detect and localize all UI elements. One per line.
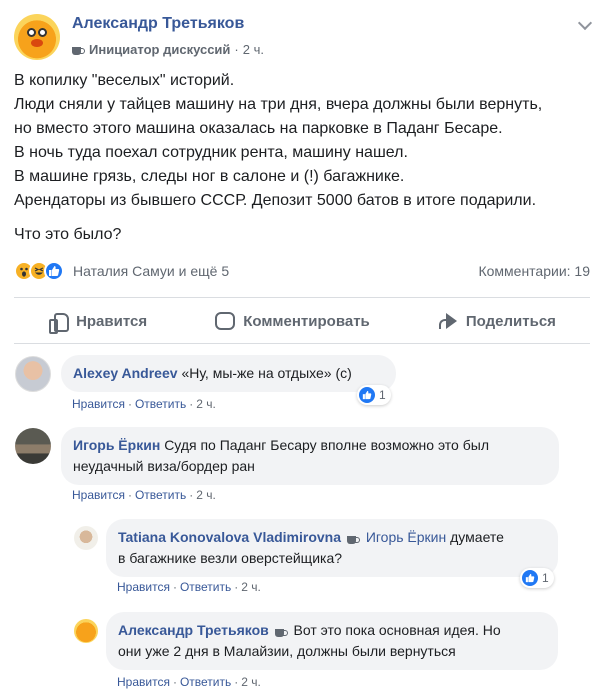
- reply-actions: Нравится · Ответить · 2 ч.: [117, 580, 261, 594]
- share-icon: [438, 312, 458, 330]
- reactions-names[interactable]: Наталия Самуи и ещё 5: [73, 263, 229, 279]
- like-button[interactable]: Нравится: [48, 311, 148, 334]
- comment-like-link[interactable]: Нравится: [72, 488, 125, 502]
- share-label: Поделиться: [465, 312, 556, 330]
- comment-time[interactable]: 2 ч.: [196, 397, 216, 411]
- reply-text: они уже 2 дня в Малайзии, должны были ве…: [118, 643, 456, 659]
- reply-bubble: Tatiana Konovalova Vladimirovna Игорь Ёр…: [106, 519, 558, 577]
- comment-bubble: Alexey Andreev «Ну, мы-же на отдыхе» (с): [61, 355, 396, 392]
- comment-time[interactable]: 2 ч.: [196, 488, 216, 502]
- like-count: 1: [542, 571, 549, 585]
- reply-actions: Нравится · Ответить · 2 ч.: [117, 675, 261, 689]
- comment-like-count[interactable]: 1: [357, 385, 391, 405]
- like-label: Нравится: [76, 312, 148, 330]
- meta-separator: ·: [234, 42, 239, 57]
- comment-reply-link[interactable]: Ответить: [135, 397, 186, 411]
- comment-actions: Нравится · Ответить · 2 ч.: [72, 488, 216, 502]
- like-icon: [44, 261, 64, 281]
- post-line: Люди сняли у тайцев машину на три дня, в…: [14, 96, 543, 113]
- like-icon: [359, 387, 375, 403]
- post-line: но вместо этого машина оказалась на парк…: [14, 120, 503, 137]
- divider: [14, 297, 590, 298]
- avatar[interactable]: [74, 619, 98, 643]
- post-header: Александр Третьяков Инициатор дискуссий …: [14, 14, 594, 62]
- post-line: Арендаторы из бывшего СССР. Депозит 5000…: [14, 192, 537, 209]
- post-line: В ночь туда поехал сотрудник рента, маши…: [14, 144, 408, 161]
- reply-reply-link[interactable]: Ответить: [180, 580, 231, 594]
- reply-bubble: Александр Третьяков Вот это пока основна…: [106, 612, 558, 670]
- post-actions: Нравится Комментировать Поделиться: [14, 300, 590, 342]
- avatar[interactable]: [15, 356, 51, 392]
- post-question: Что это было?: [14, 226, 122, 243]
- reply-like-link[interactable]: Нравится: [117, 580, 170, 594]
- author-avatar[interactable]: [14, 14, 60, 60]
- reply-author[interactable]: Александр Третьяков: [118, 622, 269, 638]
- mention-link[interactable]: Игорь Ёркин: [366, 529, 446, 545]
- post-line: В копилку "веселых" историй.: [14, 72, 235, 89]
- reply-reply-link[interactable]: Ответить: [180, 675, 231, 689]
- comment-text: Судя по Паданг Бесару вполне возможно эт…: [164, 437, 489, 453]
- like-count: 1: [379, 388, 386, 402]
- thumbs-up-icon: [48, 311, 70, 334]
- post-author-name[interactable]: Александр Третьяков: [72, 15, 244, 33]
- comment-icon: [215, 312, 236, 330]
- post-meta: Инициатор дискуссий · 2 ч.: [72, 42, 264, 57]
- comment-text: неудачный виза/бордер ран: [73, 458, 255, 474]
- comment-author[interactable]: Alexey Andreev: [73, 365, 178, 381]
- comment-label: Комментировать: [243, 312, 370, 330]
- comment-text: «Ну, мы-же на отдыхе» (с): [181, 365, 352, 381]
- comment-actions: Нравится · Ответить · 2 ч.: [72, 397, 216, 411]
- reply-like-link[interactable]: Нравится: [117, 675, 170, 689]
- chevron-down-icon[interactable]: [577, 15, 593, 31]
- comment-bubble: Игорь Ёркин Судя по Паданг Бесару вполне…: [61, 427, 559, 485]
- coffee-cup-icon: [346, 533, 360, 544]
- divider: [14, 343, 590, 344]
- post-body: В копилку "веселых" историй. Люди сняли …: [14, 69, 594, 247]
- reply-text: думаете: [450, 529, 504, 545]
- reply-author[interactable]: Tatiana Konovalova Vladimirovna: [118, 529, 341, 545]
- reply-text: Вот это пока основная идея. Но: [293, 622, 501, 638]
- reaction-icons[interactable]: [14, 261, 64, 281]
- share-button[interactable]: Поделиться: [438, 312, 556, 330]
- reply-text: в багажнике везли оверстейщика?: [118, 550, 343, 566]
- coffee-cup-icon: [72, 44, 85, 55]
- reply-time[interactable]: 2 ч.: [241, 580, 261, 594]
- comment-button[interactable]: Комментировать: [215, 312, 370, 330]
- reply-like-count[interactable]: 1: [520, 568, 554, 588]
- like-icon: [522, 570, 538, 586]
- post-time[interactable]: 2 ч.: [243, 42, 264, 57]
- avatar[interactable]: [74, 526, 98, 550]
- role-badge: Инициатор дискуссий: [89, 42, 231, 57]
- avatar[interactable]: [15, 428, 51, 464]
- comment-reply-link[interactable]: Ответить: [135, 488, 186, 502]
- post-line: В машине грязь, следы ног в салоне и (!)…: [14, 168, 405, 185]
- comment-author[interactable]: Игорь Ёркин: [73, 437, 160, 453]
- reply-time[interactable]: 2 ч.: [241, 675, 261, 689]
- comment-like-link[interactable]: Нравится: [72, 397, 125, 411]
- comments-count[interactable]: Комментарии: 19: [478, 263, 590, 279]
- coffee-cup-icon: [274, 626, 288, 637]
- reactions-bar: Наталия Самуи и ещё 5 Комментарии: 19: [14, 260, 590, 282]
